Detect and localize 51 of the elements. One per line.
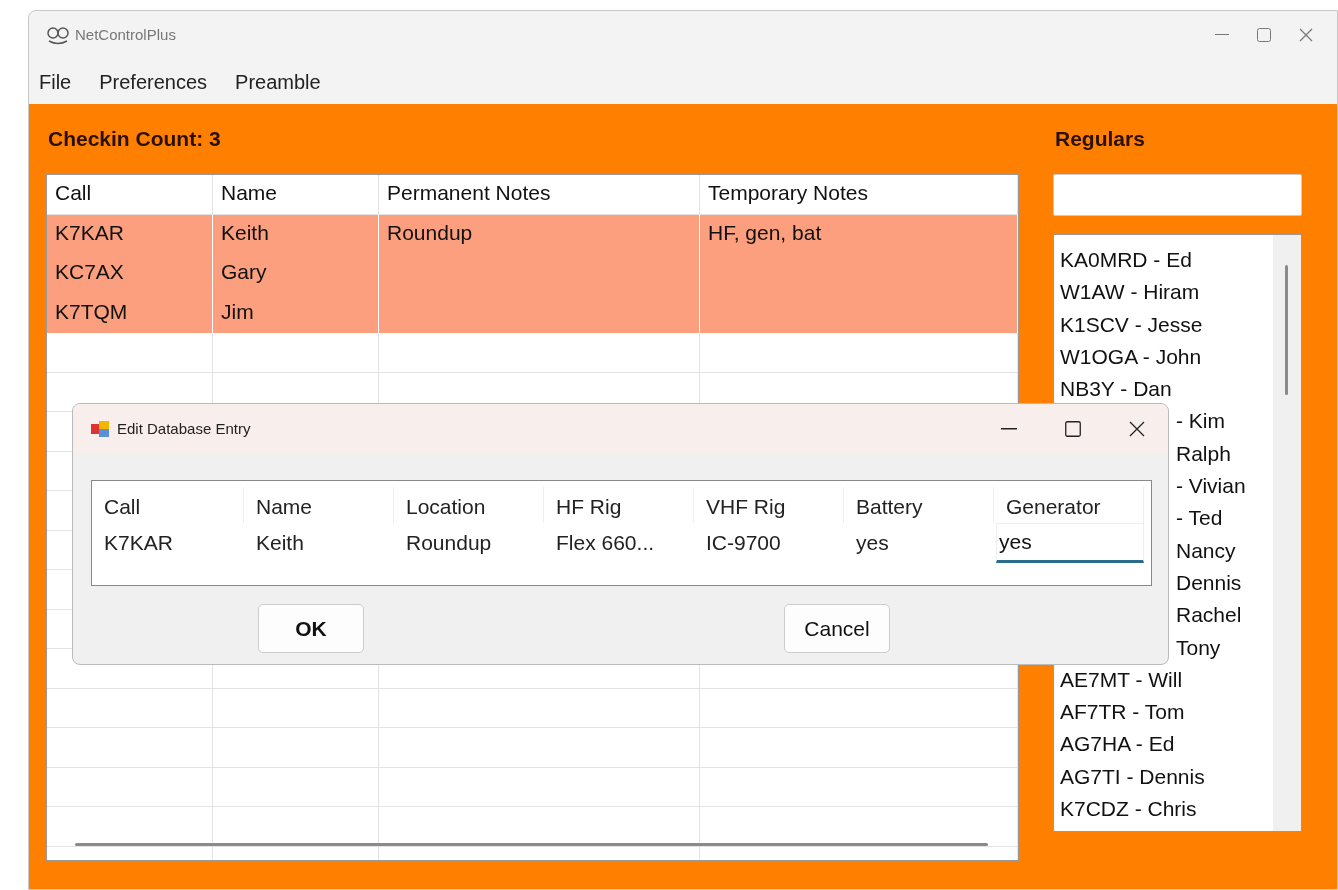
field-value: Flex 660...	[556, 530, 656, 556]
input-field[interactable]: yes	[996, 523, 1144, 563]
list-item[interactable]: K1SCV - Jesse	[1060, 308, 1273, 341]
list-item[interactable]: AF7TR - Tom	[1060, 696, 1273, 729]
app-logo-icon	[47, 25, 69, 45]
table-cell: HF, gen, bat	[700, 214, 1018, 254]
window-title: NetControlPlus	[75, 24, 176, 45]
close-icon	[1299, 28, 1313, 42]
table-cell: Keith	[213, 214, 379, 254]
table-cell: Jim	[213, 293, 379, 333]
field-label: Name	[256, 487, 394, 523]
list-item[interactable]: K7CDZ - Chris	[1060, 793, 1273, 826]
maximize-icon	[1065, 421, 1081, 437]
table-cell: K7KAR	[47, 214, 213, 254]
regulars-title: Regulars	[1055, 126, 1145, 153]
table-cell: Roundup	[379, 214, 700, 254]
list-item[interactable]: NB3Y - Dan	[1060, 373, 1273, 406]
field-value: K7KAR	[104, 530, 174, 556]
menu-item[interactable]: Preferences	[93, 66, 218, 97]
menu-item[interactable]: Preamble	[229, 66, 331, 97]
maximize-icon	[1257, 28, 1271, 42]
scrollbar-thumb[interactable]	[75, 843, 988, 846]
search-field[interactable]	[1053, 174, 1302, 216]
field-label: Battery	[856, 487, 994, 523]
menu-item[interactable]: File	[33, 66, 82, 97]
minimize-icon	[1215, 34, 1229, 36]
close-icon	[1129, 421, 1145, 437]
table-cell: Gary	[213, 254, 379, 294]
list-item[interactable]: AG7TI - Dennis	[1060, 760, 1273, 794]
minimize-icon	[1001, 428, 1017, 430]
table-cell: K7TQM	[47, 293, 213, 333]
field-value: IC-9700	[706, 530, 782, 556]
field-label: Location	[406, 487, 544, 523]
table-cell: KC7AX	[47, 254, 213, 294]
ok-button[interactable]: OK	[258, 604, 364, 653]
form-icon	[91, 421, 109, 437]
scrollbar-thumb[interactable]	[1285, 265, 1288, 395]
field-label: HF Rig	[556, 487, 694, 523]
field-value: Keith	[256, 530, 305, 556]
field-label: VHF Rig	[706, 487, 844, 523]
list-item[interactable]: W1OGA - John	[1060, 340, 1273, 374]
list-item[interactable]: AG7HA - Ed	[1060, 728, 1273, 761]
field-value: Roundup	[406, 530, 493, 556]
field-label: Call	[104, 487, 244, 523]
field-value: yes	[856, 530, 890, 556]
dialog-title: Edit Database Entry	[117, 418, 251, 439]
list-item[interactable]: W1AW - Hiram	[1060, 276, 1273, 309]
cancel-button[interactable]: Cancel	[784, 604, 890, 653]
list-item[interactable]: AE7MT - Will	[1060, 663, 1273, 697]
list-item[interactable]: KA0MRD - Ed	[1060, 244, 1273, 277]
checkin-count: Checkin Count: 3	[48, 126, 221, 153]
